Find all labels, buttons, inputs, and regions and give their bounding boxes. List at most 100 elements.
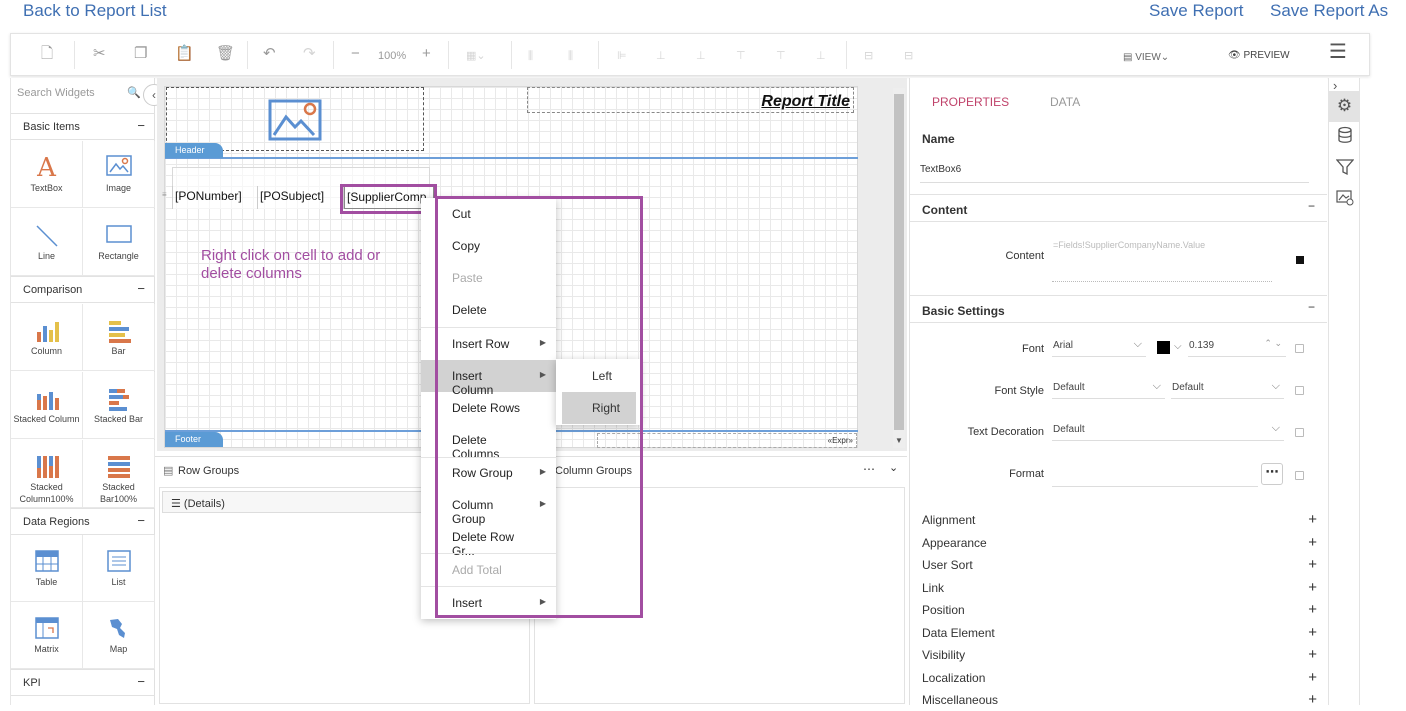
accordion-user-sort[interactable]: User Sort + [922,556,1317,576]
image-item[interactable] [166,87,424,151]
scrollbar-thumb[interactable] [894,94,904,430]
undo-icon[interactable]: ↶ [263,44,276,64]
spinner-icon[interactable]: ⌃ ⌄ [1264,338,1282,349]
accordion-label: Link [922,581,945,595]
copy-icon[interactable]: ❐ [134,44,147,64]
font-style-checkbox[interactable] [1295,386,1304,395]
canvas-scrollbar[interactable]: ▼ [893,88,905,448]
settings-gear-icon[interactable]: ⚙ [1329,91,1360,122]
content-expression-field[interactable]: =Fields!SupplierCompanyName.Value [1052,238,1272,282]
font-size-input[interactable]: 0.139 ⌃ ⌄ [1188,337,1286,357]
expression-indicator-icon[interactable] [1296,256,1304,264]
align-middle-icon[interactable]: ⊤ [776,46,786,66]
database-icon[interactable] [1329,126,1360,152]
content-section-header[interactable]: Content − [910,194,1327,222]
widget-rectangle[interactable]: Rectangle [83,209,155,276]
view-icon: ▤ [1123,52,1136,63]
font-style-select[interactable]: Default ⌵ [1052,379,1165,399]
redo-icon[interactable]: ↷ [303,44,316,64]
hamburger-menu-icon[interactable]: ☰ [1329,42,1347,62]
align-icon[interactable]: ⫼ [568,46,573,66]
filter-icon[interactable] [1329,158,1360,184]
align-right-icon[interactable]: ⊥ [696,46,706,66]
widget-map[interactable]: Map [83,602,155,669]
accordion-appearance[interactable]: Appearance + [922,534,1317,554]
font-color-swatch[interactable] [1157,341,1170,354]
footer-band-tab[interactable]: Footer [165,432,223,447]
save-report-link[interactable]: Save Report [1149,1,1244,21]
widget-matrix[interactable]: Matrix [11,602,83,669]
align-left-icon[interactable]: ⊫ [617,46,627,66]
accordion-link[interactable]: Link + [922,579,1317,599]
collapse-groups-icon[interactable]: ⌄ [889,461,898,474]
delete-icon[interactable]: 🗑 [216,44,235,64]
section-kpi[interactable]: KPI − [11,669,155,696]
widget-table[interactable]: Table [11,535,83,602]
text-decoration-select[interactable]: Default ⌵ [1052,421,1284,441]
widget-stacked-column[interactable]: Stacked Column [11,372,83,439]
widget-image[interactable]: Image [83,141,155,208]
format-input[interactable] [1052,464,1258,487]
paste-icon[interactable]: 📋 [175,44,194,64]
tab-properties[interactable]: PROPERTIES [932,95,1009,109]
scroll-down-icon[interactable]: ▼ [895,436,903,445]
text-decoration-checkbox[interactable] [1295,428,1304,437]
section-basic-items[interactable]: Basic Items − [11,113,155,140]
accordion-miscellaneous[interactable]: Miscellaneous + [922,691,1317,711]
widget-stacked-column100[interactable]: Stacked Column100% [11,440,83,508]
widget-label: List [111,577,126,587]
widget-stacked-bar100[interactable]: Stacked Bar100% [83,440,155,508]
table-cell-ponumber[interactable]: [PONumber] [172,186,258,209]
save-report-as-link[interactable]: Save Report As [1270,1,1388,21]
accordion-data-element[interactable]: Data Element + [922,624,1317,644]
font-checkbox[interactable] [1295,344,1304,353]
search-widgets-input[interactable]: Search Widgets 🔍 [11,78,155,109]
basic-settings-section-header[interactable]: Basic Settings − [910,295,1327,323]
more-options-icon[interactable]: ⋯ [863,462,875,476]
widget-stacked-bar[interactable]: Stacked Bar [83,372,155,439]
details-group-item[interactable]: ☰ (Details) [162,491,424,513]
zoom-out-icon[interactable]: − [351,44,360,64]
stacked-column-icon [11,386,82,412]
toolbar-separator [511,41,512,69]
cut-icon[interactable]: ✂ [93,44,106,64]
widget-label: Matrix [34,644,59,654]
accordion-alignment[interactable]: Alignment + [922,511,1317,531]
font-family-select[interactable]: Arial ⌵ [1052,337,1146,357]
size-icon[interactable]: ⊟ [904,46,913,66]
section-data-regions[interactable]: Data Regions − [11,508,155,535]
header-band-tab[interactable]: Header [165,143,223,158]
section-comparison[interactable]: Comparison − [11,276,155,303]
align-top-icon[interactable]: ⊤ [736,46,746,66]
widget-column[interactable]: Column [11,304,83,371]
align-bottom-icon[interactable]: ⊥ [816,46,826,66]
size-icon[interactable]: ⊟ [864,46,873,66]
format-checkbox[interactable] [1295,471,1304,480]
widget-line[interactable]: Line [11,209,83,276]
back-to-report-list-link[interactable]: Back to Report List [23,1,167,21]
accordion-visibility[interactable]: Visibility + [922,646,1317,666]
align-icon[interactable]: ⫼ [528,46,533,66]
view-dropdown[interactable]: ▤ VIEW⌄ [1123,48,1169,68]
font-weight-select[interactable]: Default ⌵ [1171,379,1284,399]
align-center-icon[interactable]: ⊥ [656,46,666,66]
preview-button[interactable]: 👁 PREVIEW [1228,46,1290,66]
color-chevron-icon[interactable]: ⌵ [1174,341,1182,352]
image-settings-icon[interactable] [1329,190,1360,216]
table-icon [11,549,82,575]
widget-textbox[interactable]: A TextBox [11,141,83,208]
widget-list[interactable]: List [83,535,155,602]
format-more-button[interactable]: ⋯ [1261,463,1283,485]
accordion-position[interactable]: Position + [922,601,1317,621]
order-icon[interactable]: ▦⌄ [466,46,486,66]
zoom-level[interactable]: 100% [378,46,406,66]
name-input[interactable]: TextBox6 [920,161,1309,183]
new-file-icon[interactable]: 🗋 [41,44,53,64]
table-cell-posubject[interactable]: [POSubject] [258,186,344,209]
accordion-localization[interactable]: Localization + [922,669,1317,689]
row-handle-icon[interactable]: ≡ [162,190,167,199]
report-title-textbox[interactable]: Report Title [527,87,854,113]
zoom-in-icon[interactable]: + [422,44,431,64]
tab-data[interactable]: DATA [1050,95,1080,109]
widget-bar[interactable]: Bar [83,304,155,371]
